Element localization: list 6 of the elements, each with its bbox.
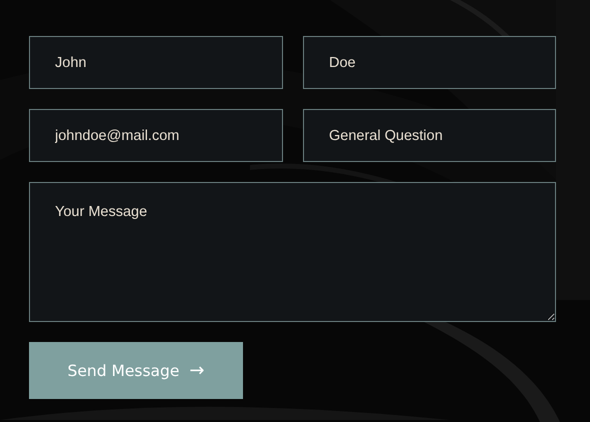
input-field[interactable]: General Question bbox=[303, 109, 556, 162]
input-field[interactable]: Doe bbox=[303, 36, 556, 89]
input-field[interactable]: John bbox=[29, 36, 283, 89]
send-button[interactable]: Send Message → bbox=[29, 342, 243, 399]
message-field[interactable]: Your Message bbox=[29, 182, 556, 322]
input-field[interactable]: johndoe@mail.com bbox=[29, 109, 283, 162]
